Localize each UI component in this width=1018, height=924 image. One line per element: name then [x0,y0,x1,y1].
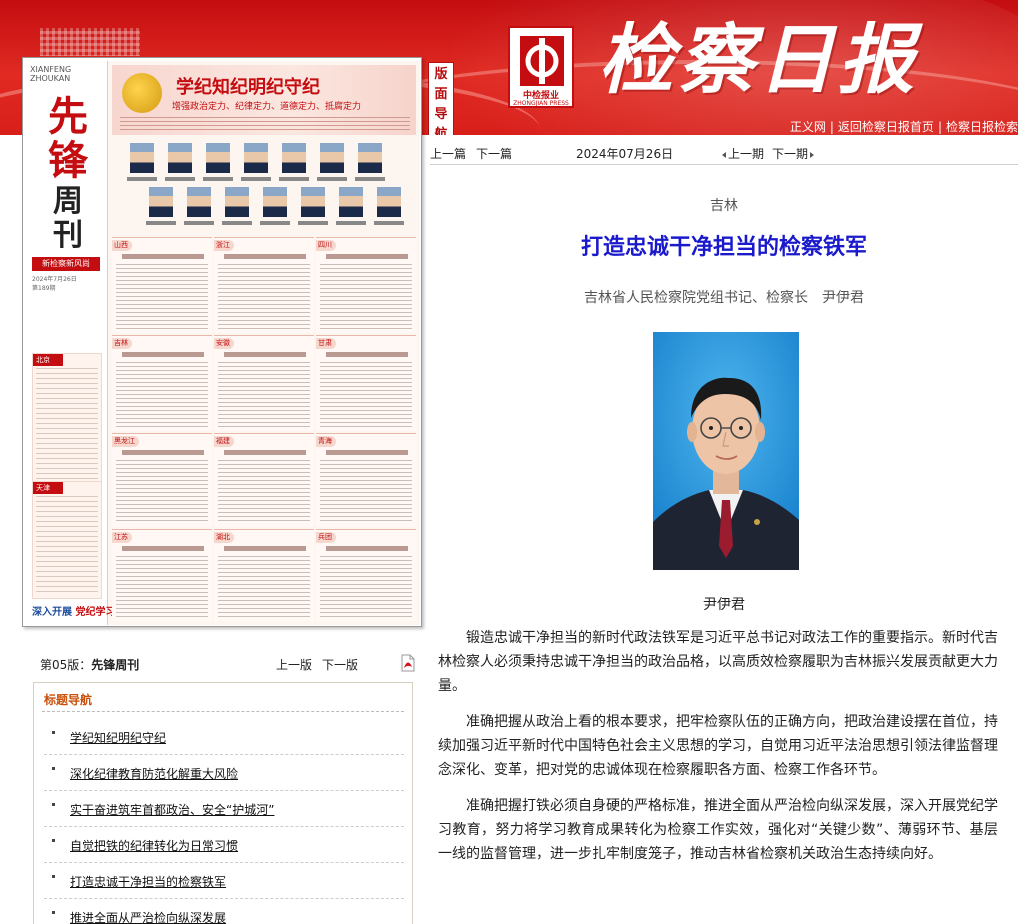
thumbnail-article: 青海 [316,433,416,527]
article-region: 吉林 [710,198,738,214]
article-link[interactable]: 学纪知纪明纪守纪 [70,729,166,746]
arrow-left-icon [722,151,726,158]
thumbnail-article: 安徽 [214,335,314,431]
top-links: 正义网 | 返回检察日报首页 | 检察日报检索 [789,120,1018,134]
divider [430,164,1018,165]
bullet-icon [52,911,55,914]
list-item[interactable]: 实干奋进筑牢首都政治、安全“护城河” [44,791,404,827]
portrait-image [653,332,799,570]
thumbnail-banner: 学纪知纪明纪守纪 增强政治定力、纪律定力、道德定力、抵腐定力 [112,65,416,135]
article-link[interactable]: 自觉把铁的纪律转化为日常习惯 [70,837,238,854]
nav-tab-char: 版 [434,67,448,82]
bullet-icon [52,803,55,806]
thumbnail-banner-subtitle: 增强政治定力、纪律定力、道德定力、抵腐定力 [172,102,362,112]
thumbnail-article: 福建 [214,433,314,527]
article-byline: 吉林省人民检察院党组书记、检察长 尹伊君 [584,290,864,306]
article-body: 锻造忠诚干净担当的新时代政法铁军是习近平总书记对政法工作的重要指示。新时代吉林检… [438,626,998,878]
thumbnail-article: 山西 [112,237,212,333]
thumbnail-article: 黑龙江 [112,433,212,527]
article-link[interactable]: 打造忠诚干净担当的检察铁军 [70,873,226,890]
next-issue-control[interactable]: 下一期 [772,145,815,162]
prev-article-link[interactable]: 上一篇 [430,145,466,162]
article-link[interactable]: 实干奋进筑牢首都政治、安全“护城河” [70,801,274,818]
thumbnail-photo-grid [116,141,416,231]
title-navigation-panel: 标题导航 学纪知纪明纪守纪 深化纪律教育防范化解重大风险 实干奋进筑牢首都政治、… [33,682,413,924]
link-zhengyiwang[interactable]: 正义网 [790,120,826,134]
thumbnail-side-article: 北京 [32,353,102,499]
thumbnail-title-top: 先锋 [48,93,88,184]
logo-english-text: ZHONGJIAN PRESS [513,100,569,107]
thumbnail-date: 2024年7月26日 [32,276,77,283]
party-emblem-icon [122,73,162,113]
thumbnail-title-bottom: 周刊 [53,184,83,253]
thumbnail-article: 甘肃 [316,335,416,431]
prev-issue-control[interactable]: 上一期 [722,145,764,162]
article-paragraph: 准确把握打铁必须自身硬的严格标准，推进全面从严治检向纵深发展，深入开展党纪学习教… [438,798,998,862]
thumbnail-article-grid: 山西 吉林 黑龙江 江苏 浙江 安徽 福建 湖北 四川 甘肃 青海 兵团 [112,237,418,621]
thumbnail-left-column: XIANFENG ZHOUKAN 先锋 周刊 新检察新风尚 2024年7月26日… [26,61,135,625]
thumbnail-intro-text [120,117,410,131]
header-pixel-pattern [40,28,140,56]
thumbnail-region-label: 北京 [33,354,63,366]
thumbnail-tag: 新检察新风尚 [32,257,100,271]
page-info-row: 第05版：先锋周刊 上一版 下一版 [40,654,418,674]
thumbnail-info: 2024年7月26日 第189期 [32,275,100,347]
zhongjian-press-logo[interactable]: 中检报业 ZHONGJIAN PRESS [508,26,574,108]
bullet-icon [52,767,55,770]
thumbnail-region-label: 天津 [33,482,63,494]
article-navigation: 上一篇 下一篇 2024年07月26日 上一期 下一期 [430,145,1018,161]
next-page-link[interactable]: 下一版 [322,656,358,673]
list-item[interactable]: 学纪知纪明纪守纪 [44,719,404,755]
prev-page-link[interactable]: 上一版 [276,656,312,673]
page-thumbnail-image[interactable]: XIANFENG ZHOUKAN 先锋 周刊 新检察新风尚 2024年7月26日… [26,61,420,625]
thumbnail-article: 四川 [316,237,416,333]
thumbnail-side-article: 天津 [32,481,102,599]
bullet-icon [52,839,55,842]
pdf-download-icon[interactable] [400,654,416,672]
list-item[interactable]: 打造忠诚干净担当的检察铁军 [44,863,404,899]
bullet-icon [52,731,55,734]
link-home[interactable]: 返回检察日报首页 [838,120,934,134]
nav-tab-char: 航 [434,127,448,135]
page-label: 第05版：先锋周刊 [40,658,140,672]
page-navigation-tab[interactable]: 版 面 导 航 [428,62,454,135]
prev-issue-link[interactable]: 上一期 [728,147,764,161]
thumbnail-article: 江苏 [112,529,212,621]
article-link[interactable]: 推进全面从严治检向纵深发展 [70,909,226,924]
article-paragraph: 锻造忠诚干净担当的新时代政法铁军是习近平总书记对政法工作的重要指示。新时代吉林检… [438,630,998,694]
next-issue-link[interactable]: 下一期 [772,147,808,161]
list-item[interactable]: 自觉把铁的纪律转化为日常习惯 [44,827,404,863]
list-item[interactable]: 深化纪律教育防范化解重大风险 [44,755,404,791]
portrait-caption: 尹伊君 [703,597,745,613]
article-paragraph: 准确把握从政治上看的根本要求，把牢检察队伍的正确方向，把政治建设摆在首位，持续加… [438,714,998,778]
thumbnail-article: 兵团 [316,529,416,621]
page-thumbnail[interactable]: XIANFENG ZHOUKAN 先锋 周刊 新检察新风尚 2024年7月26日… [22,57,422,627]
article-title: 打造忠诚干净担当的检察铁军 [580,235,867,260]
link-search[interactable]: 检察日报检索 [946,120,1018,134]
nav-tab-char: 面 [434,87,448,102]
list-item[interactable]: 推进全面从严治检向纵深发展 [44,899,404,924]
thumbnail-brand: XIANFENG ZHOUKAN [30,65,72,83]
divider [42,711,404,712]
logo-mark-icon [520,36,564,86]
nav-tab-char: 导 [434,107,448,122]
thumbnail-article: 湖北 [214,529,314,621]
article-link[interactable]: 深化纪律教育防范化解重大风险 [70,765,238,782]
title-navigation-list: 学纪知纪明纪守纪 深化纪律教育防范化解重大风险 实干奋进筑牢首都政治、安全“护城… [44,719,404,924]
title-navigation-heading: 标题导航 [44,693,93,707]
arrow-right-icon [810,151,815,158]
thumbnail-article: 浙江 [214,237,314,333]
thumbnail-article: 吉林 [112,335,212,431]
author-portrait [653,332,799,570]
issue-date: 2024年07月26日 [576,147,674,161]
thumbnail-banner-title: 学纪知纪明纪守纪 [176,77,320,98]
newspaper-masthead: 检察日报 [598,15,918,104]
bullet-icon [52,875,55,878]
next-article-link[interactable]: 下一篇 [476,145,512,162]
thumbnail-issue: 第189期 [32,285,56,292]
